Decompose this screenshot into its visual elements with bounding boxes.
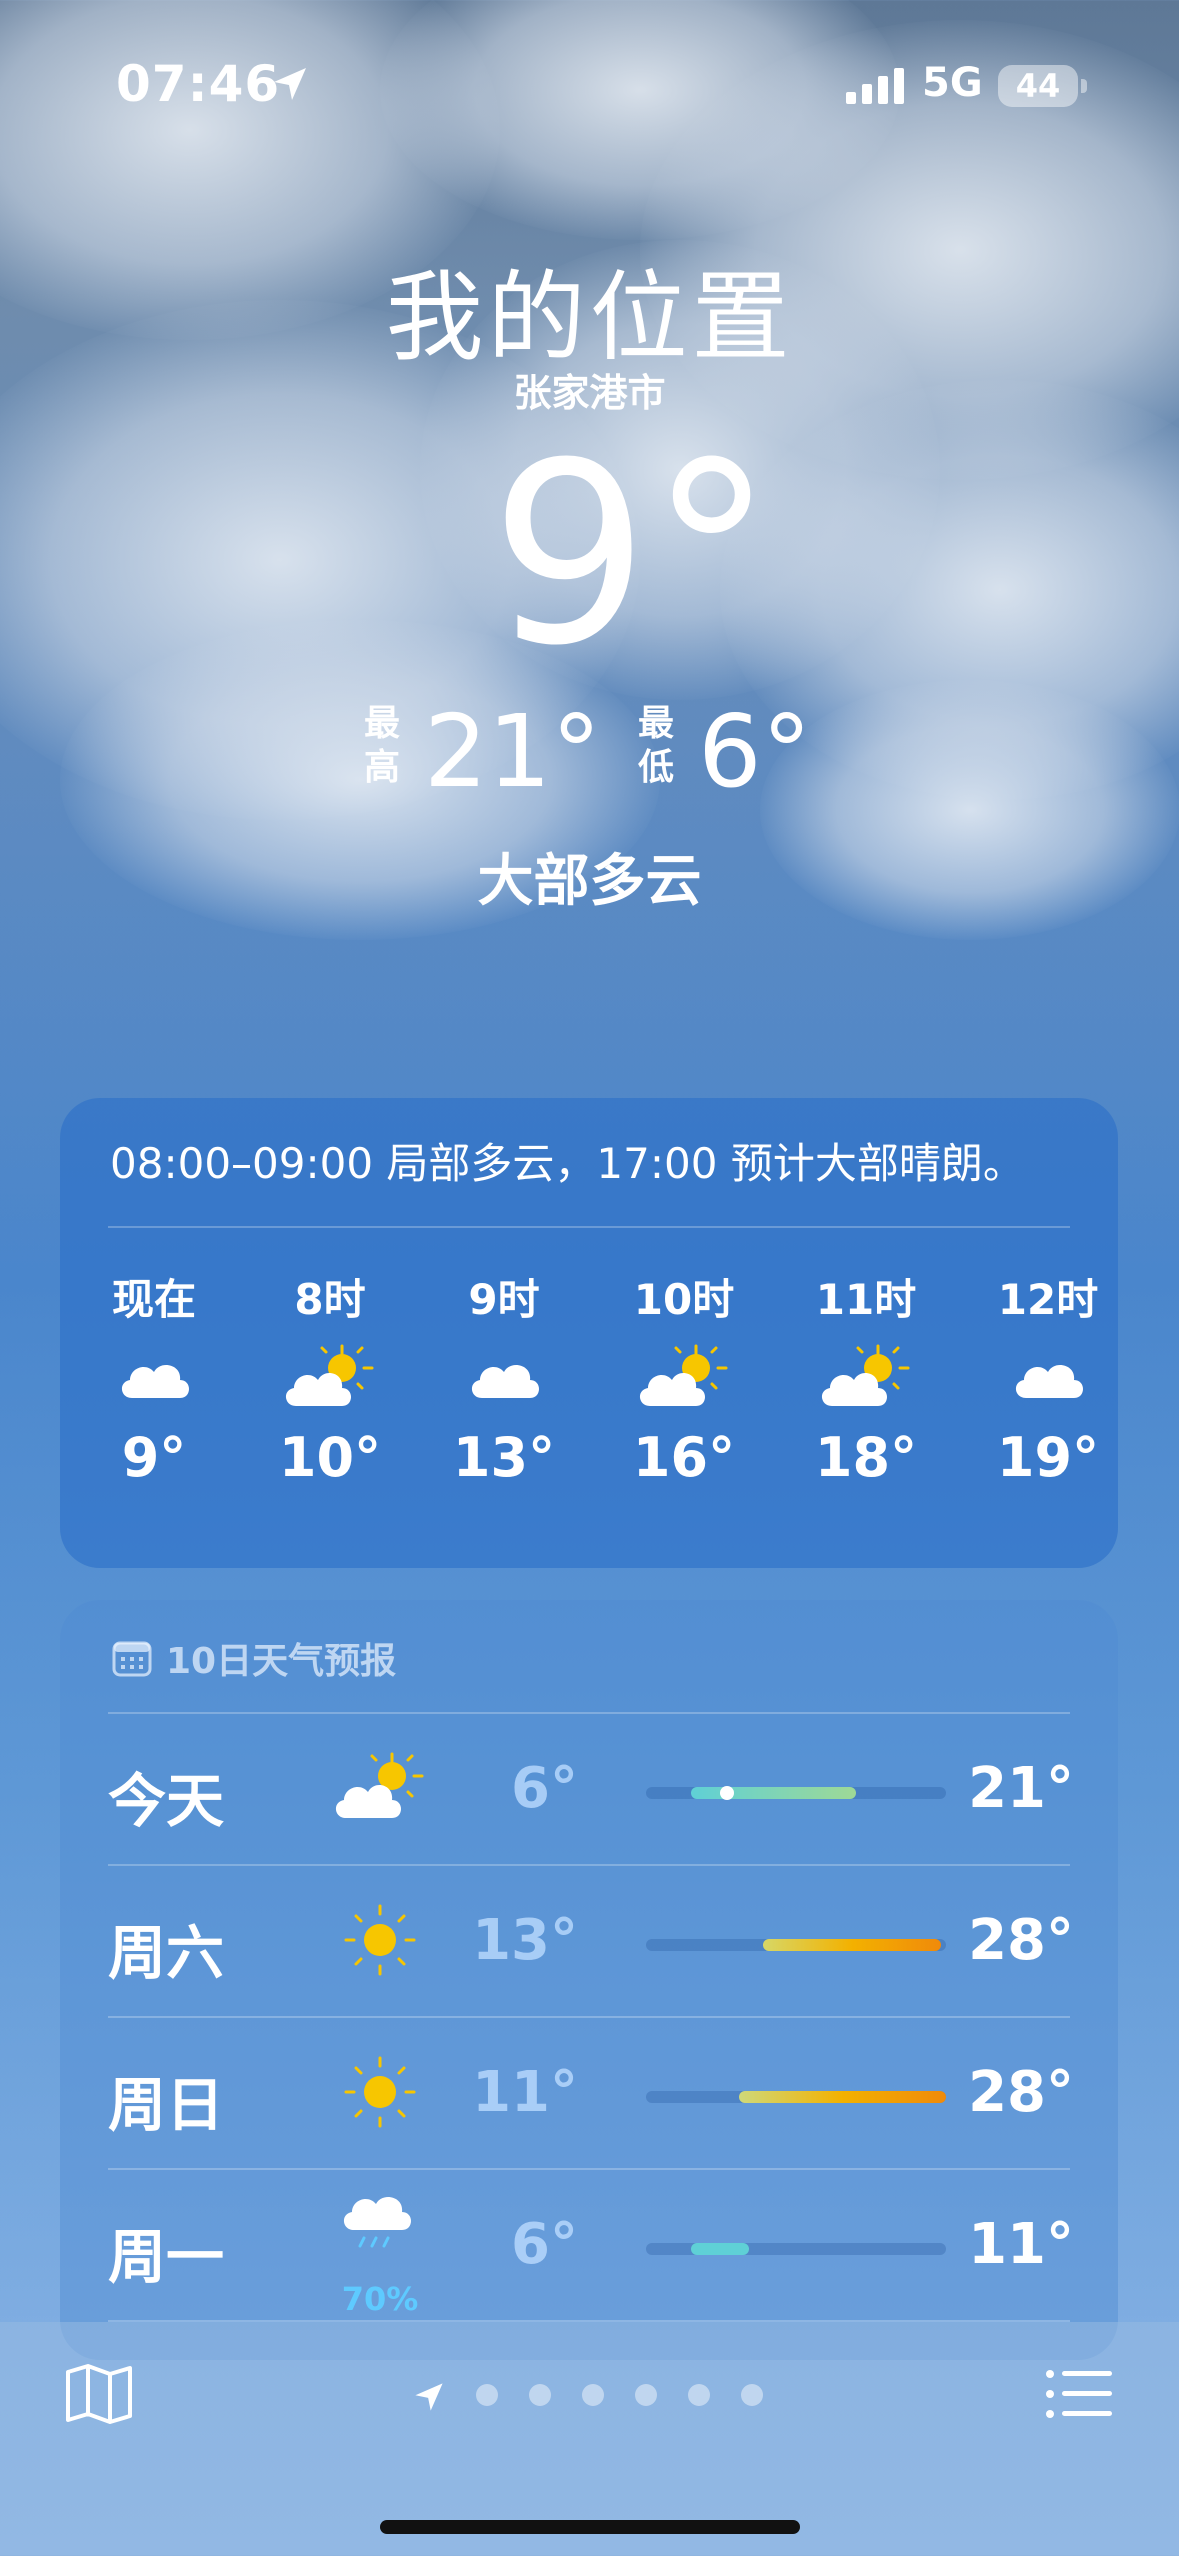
precip-chance: 70% bbox=[341, 2280, 419, 2318]
hour-item: 9时 13° bbox=[429, 1266, 579, 1489]
day-low: 6° bbox=[511, 1756, 578, 1821]
page-dot[interactable] bbox=[582, 2384, 604, 2406]
temp-range-fill bbox=[691, 2243, 749, 2255]
page-dot[interactable] bbox=[529, 2384, 551, 2406]
hour-label: 9时 bbox=[468, 1275, 540, 1324]
temp-range-bar bbox=[646, 2091, 946, 2103]
day-low: 6° bbox=[511, 2212, 578, 2277]
partly-sunny-icon bbox=[791, 1316, 941, 1426]
partly-sunny-icon bbox=[335, 1752, 424, 1818]
day-row[interactable]: 周一 70% 6° 11° bbox=[60, 2170, 1118, 2320]
partly-sunny-icon bbox=[609, 1316, 759, 1426]
low-label: 最低 bbox=[638, 703, 675, 788]
day-label: 今天 bbox=[108, 1767, 225, 1835]
high-temperature: 21° bbox=[424, 693, 602, 810]
day-high: 21° bbox=[968, 1756, 1074, 1821]
divider bbox=[108, 1226, 1070, 1228]
map-icon[interactable] bbox=[64, 2362, 134, 2426]
hour-item: 11时 18° bbox=[791, 1266, 941, 1489]
hour-temp: 16° bbox=[632, 1426, 736, 1489]
cloud-icon bbox=[79, 1316, 229, 1426]
page-dot[interactable] bbox=[476, 2384, 498, 2406]
hour-label: 11时 bbox=[815, 1275, 917, 1324]
hour-item: 10时 16° bbox=[609, 1266, 759, 1489]
day-label: 周一 bbox=[108, 2223, 225, 2291]
hour-temp: 13° bbox=[452, 1426, 556, 1489]
ten-day-header: 10日天气预报 bbox=[112, 1632, 396, 1684]
day-low: 11° bbox=[472, 2060, 578, 2125]
hour-temp: 19° bbox=[996, 1426, 1100, 1489]
location-arrow-icon bbox=[415, 2383, 443, 2411]
condition-text: 大部多云 bbox=[477, 849, 702, 914]
temp-range-bar bbox=[646, 2243, 946, 2255]
hour-label: 10时 bbox=[633, 1275, 735, 1324]
forecast-summary: 08:00–09:00 局部多云，17:00 预计大部晴朗。 bbox=[110, 1139, 1025, 1188]
hourly-forecast-card[interactable]: 08:00–09:00 局部多云，17:00 预计大部晴朗。 现在 9° 8时 … bbox=[60, 1098, 1118, 1568]
day-label: 周六 bbox=[108, 1919, 225, 1987]
hour-item: 现在 9° bbox=[79, 1266, 229, 1489]
low-temperature: 6° bbox=[698, 693, 812, 810]
day-row[interactable]: 周日 11° 28° bbox=[60, 2018, 1118, 2168]
hour-item: 12时 19° bbox=[973, 1266, 1123, 1489]
battery-cap bbox=[1081, 79, 1087, 93]
temp-range-bar bbox=[646, 1939, 946, 1951]
temp-range-bar bbox=[646, 1786, 946, 1800]
day-row[interactable]: 周六 13° 28° bbox=[60, 1866, 1118, 2016]
current-temp-marker bbox=[720, 1786, 734, 1800]
network-type: 5G bbox=[922, 60, 983, 106]
page-dot[interactable] bbox=[741, 2384, 763, 2406]
day-row[interactable]: 今天 6° 21° bbox=[60, 1714, 1118, 1864]
hour-label: 现在 bbox=[111, 1275, 196, 1324]
home-indicator[interactable] bbox=[380, 2520, 800, 2534]
current-temperature: 9° bbox=[490, 409, 775, 700]
temp-range-fill bbox=[763, 1939, 941, 1951]
hour-label: 12时 bbox=[997, 1275, 1099, 1324]
partly-sunny-icon bbox=[255, 1316, 405, 1426]
hour-temp: 10° bbox=[278, 1426, 382, 1489]
temp-range-fill bbox=[739, 2091, 946, 2103]
status-time: 07:46 bbox=[116, 55, 281, 113]
list-icon[interactable] bbox=[1044, 2366, 1114, 2422]
battery-level: 44 bbox=[1015, 67, 1061, 105]
ten-day-title: 10日天气预报 bbox=[166, 1641, 397, 1682]
hour-label: 8时 bbox=[294, 1275, 366, 1324]
page-indicator[interactable] bbox=[412, 2374, 772, 2414]
ten-day-forecast-card[interactable]: 10日天气预报 今天 6° 21° 周六 13° 28° 周日 11° 28° … bbox=[60, 1600, 1118, 2360]
cellular-signal-icon bbox=[846, 68, 904, 104]
calendar-icon bbox=[112, 1641, 152, 1677]
location-title: 我的位置 bbox=[385, 261, 794, 375]
sun-icon bbox=[344, 1904, 416, 1976]
day-low: 13° bbox=[472, 1908, 578, 1973]
cloud-icon bbox=[973, 1316, 1123, 1426]
status-bar: 07:46 5G 44 bbox=[0, 0, 1179, 170]
day-label: 周日 bbox=[108, 2071, 225, 2139]
day-high: 28° bbox=[968, 2060, 1074, 2125]
high-label: 最高 bbox=[364, 703, 401, 788]
hour-item: 8时 10° bbox=[255, 1266, 405, 1489]
sun-icon bbox=[344, 2056, 416, 2128]
battery-icon: 44 bbox=[998, 65, 1078, 107]
page-dot[interactable] bbox=[688, 2384, 710, 2406]
temp-range-fill bbox=[691, 1787, 856, 1799]
hour-temp: 18° bbox=[814, 1426, 918, 1489]
day-high: 28° bbox=[968, 1908, 1074, 1973]
location-arrow-icon bbox=[274, 68, 306, 100]
hour-temp: 9° bbox=[121, 1426, 187, 1489]
rain-icon bbox=[343, 2197, 411, 2248]
day-high: 11° bbox=[968, 2212, 1074, 2277]
cloud-icon bbox=[429, 1316, 579, 1426]
page-dot[interactable] bbox=[635, 2384, 657, 2406]
